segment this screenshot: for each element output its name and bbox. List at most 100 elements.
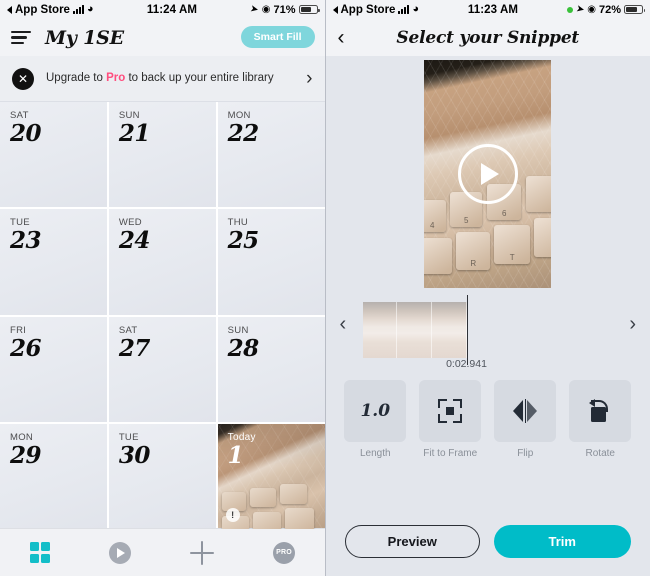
calendar-today-cell[interactable]: Today 1 !: [217, 423, 325, 529]
wifi-icon: ◕: [86, 3, 94, 15]
calendar-day-cell[interactable]: TUE 30: [108, 423, 216, 529]
tool-flip[interactable]: Flip: [494, 380, 557, 459]
smart-fill-button[interactable]: Smart Fill: [240, 26, 315, 48]
calendar-day-cell[interactable]: SAT 27: [108, 316, 216, 422]
status-bar-right: ➤ ◉ 71%: [249, 3, 320, 16]
right-status-bar: App Store ◕ 11:23 AM ➤ ◉ 72%: [325, 0, 650, 19]
calendar-scroll-area[interactable]: SAT 20 SUN 21 MON 22 TUE 23 WED 24 THU 2…: [0, 102, 325, 529]
battery-icon: [298, 5, 320, 14]
tool-flip-button[interactable]: [494, 380, 557, 442]
keyboard-key: [424, 238, 453, 274]
day-number-label: 25: [227, 227, 260, 255]
day-number-label: 22: [227, 120, 260, 147]
alarm-icon: ◉: [587, 4, 596, 15]
day-number-label: 30: [118, 441, 151, 469]
status-back-app-label[interactable]: App Store: [15, 4, 70, 16]
battery-percent-label: 71%: [273, 3, 296, 16]
chevron-right-icon[interactable]: ›: [306, 68, 312, 90]
rotate-icon: [588, 399, 612, 423]
day-of-week-label: SAT: [118, 324, 138, 336]
timeline-timestamp-label: 0:02.941: [446, 358, 487, 370]
wifi-icon: ◕: [412, 3, 420, 15]
playhead-indicator[interactable]: [466, 295, 469, 365]
tab-play-circle-icon[interactable]: [109, 541, 131, 564]
flip-horizontal-icon: [512, 399, 538, 423]
tool-length-button[interactable]: 1.0: [344, 380, 407, 442]
left-nav-bar: My 1SE Smart Fill: [0, 19, 325, 56]
tool-rotate[interactable]: Rotate: [569, 380, 632, 459]
tool-length[interactable]: 1.0 Length: [344, 380, 407, 459]
back-chevron-left-icon[interactable]: ‹: [338, 27, 345, 48]
day-number-label: 26: [10, 334, 42, 362]
filmstrip[interactable]: [362, 302, 467, 358]
day-number-label: 23: [10, 227, 42, 255]
cellular-bars-icon: [72, 5, 84, 14]
calendar-day-cell[interactable]: THU 25: [217, 209, 325, 315]
keyboard-key: 4: [424, 200, 447, 232]
today-number-label: 1: [227, 441, 244, 469]
calendar-grid: SAT 20 SUN 21 MON 22 TUE 23 WED 24 THU 2…: [0, 102, 325, 529]
banner-pro-highlight: Pro: [106, 71, 126, 84]
tab-grid-icon[interactable]: [29, 542, 50, 563]
banner-text-before: Upgrade to: [46, 71, 107, 84]
today-alert-badge-icon[interactable]: !: [225, 508, 240, 522]
calendar-day-cell[interactable]: FRI 26: [0, 316, 107, 422]
status-back-app-label[interactable]: App Store: [341, 4, 396, 16]
fit-to-frame-icon: [438, 399, 463, 423]
preview-button[interactable]: Preview: [344, 524, 480, 558]
app-title: My 1SE: [45, 26, 124, 49]
timeline-prev-icon[interactable]: ‹: [340, 314, 347, 334]
trim-button[interactable]: Trim: [493, 524, 631, 558]
timeline-next-icon[interactable]: ›: [629, 314, 636, 334]
tool-rotate-button[interactable]: [569, 380, 632, 442]
day-number-label: 27: [118, 334, 151, 362]
tab-plus-icon[interactable]: [190, 540, 214, 565]
banner-text: Upgrade to Pro to back up your entire li…: [46, 71, 294, 87]
left-status-bar: App Store ◕ 11:24 AM ➤ ◉ 71%: [0, 0, 325, 19]
keyboard-key: R: [456, 232, 491, 270]
action-button-row: Preview Trim: [325, 506, 650, 576]
keyboard-key: [526, 176, 552, 212]
alarm-icon: ◉: [261, 4, 271, 15]
right-phone-screen: App Store ◕ 11:23 AM ➤ ◉ 72% ‹ Select yo…: [325, 0, 650, 576]
location-arrow-icon: ➤: [249, 3, 260, 16]
calendar-day-cell[interactable]: WED 24: [108, 209, 216, 315]
calendar-day-cell[interactable]: MON 22: [217, 102, 325, 208]
pro-upgrade-banner[interactable]: ✕ Upgrade to Pro to back up your entire …: [0, 56, 325, 102]
play-button-icon[interactable]: [457, 144, 518, 204]
calendar-day-cell[interactable]: TUE 23: [0, 209, 107, 315]
video-frame[interactable]: 4 5 6 R T: [424, 60, 552, 288]
calendar-day-cell[interactable]: SUN 28: [217, 316, 325, 422]
day-number-label: 29: [10, 441, 42, 469]
left-phone-screen: App Store ◕ 11:24 AM ➤ ◉ 71% My 1SE Smar…: [0, 0, 326, 576]
tool-fit-to-frame-button[interactable]: [419, 380, 482, 442]
calendar-day-cell[interactable]: SUN 21: [108, 102, 216, 208]
cellular-bars-icon: [398, 5, 410, 14]
banner-text-after: to back up your entire library: [125, 71, 274, 84]
day-number-label: 24: [118, 227, 151, 255]
timeline-scrubber[interactable]: ‹ 0:02.941 ›: [325, 292, 650, 374]
length-value-icon: 1.0: [360, 401, 391, 421]
battery-icon: [624, 5, 645, 14]
video-preview-area[interactable]: 4 5 6 R T: [325, 56, 650, 292]
tool-rotate-label: Rotate: [585, 448, 615, 459]
film-frame: [362, 302, 398, 358]
close-x-icon[interactable]: ✕: [12, 67, 34, 90]
keyboard-key: [534, 218, 552, 257]
film-frame: [397, 302, 432, 358]
tools-row: 1.0 Length Fit to Frame Flip Rotate: [326, 374, 650, 459]
back-triangle-icon[interactable]: [7, 5, 12, 14]
calendar-day-cell[interactable]: SAT 20: [0, 102, 107, 208]
calendar-day-cell[interactable]: MON 29: [0, 423, 107, 529]
film-frame: [431, 302, 467, 358]
keyboard-key: T: [494, 225, 531, 264]
tab-pro-badge-icon[interactable]: PRO: [273, 541, 295, 564]
day-number-label: 21: [118, 120, 151, 147]
hamburger-menu-icon[interactable]: [11, 30, 31, 45]
tool-fit-to-frame[interactable]: Fit to Frame: [419, 380, 482, 459]
status-bar-left: App Store ◕: [7, 4, 94, 16]
bottom-tab-bar: PRO: [0, 528, 325, 576]
day-of-week-label: SUN: [227, 324, 249, 336]
back-triangle-icon[interactable]: [332, 5, 338, 14]
location-arrow-icon: ➤: [574, 3, 586, 16]
